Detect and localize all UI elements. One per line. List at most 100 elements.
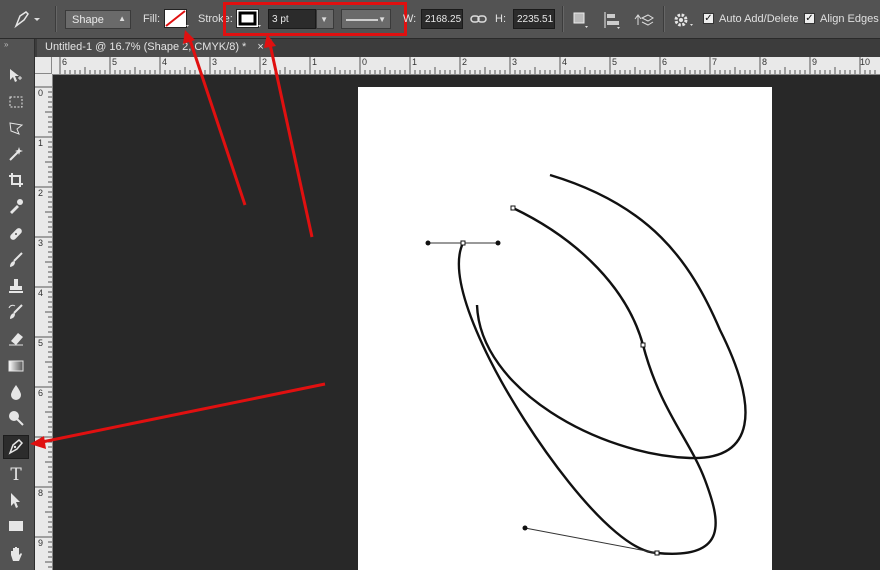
- ruler-label: 5: [38, 338, 44, 348]
- align-edges-label: Align Edges: [820, 13, 879, 25]
- ruler-label: 2: [262, 57, 268, 67]
- width-label: W:: [403, 13, 417, 25]
- bandage-icon: [7, 225, 25, 246]
- ruler-label: 4: [562, 57, 568, 67]
- marquee-tool[interactable]: [3, 91, 29, 115]
- pen-tool-preset-icon[interactable]: [8, 7, 42, 31]
- ruler-label: 2: [38, 188, 44, 198]
- height-label: H:: [495, 13, 506, 25]
- dodge-tool[interactable]: [3, 407, 29, 431]
- quick-select-tool[interactable]: [3, 143, 29, 167]
- tool-mode-value: Shape: [72, 14, 104, 26]
- eraser-icon: [7, 329, 25, 350]
- hand-icon: [7, 545, 25, 566]
- height-field[interactable]: 2235.51: [513, 9, 555, 29]
- tool-mode-dropdown[interactable]: Shape ▲: [65, 10, 131, 29]
- brush-tool[interactable]: [3, 249, 29, 273]
- document-tab-bar: Untitled-1 @ 16.7% (Shape 2, CMYK/8) * ×: [35, 39, 880, 57]
- height-value: 2235.51: [517, 14, 554, 25]
- crop-icon: [7, 171, 25, 192]
- path-selection-tool[interactable]: [3, 489, 29, 513]
- ruler-label: 7: [38, 438, 44, 448]
- ruler-label: 0: [38, 88, 44, 98]
- document-title: Untitled-1 @ 16.7% (Shape 2, CMYK/8) *: [45, 41, 247, 53]
- lasso-icon: [7, 119, 25, 140]
- close-tab-icon[interactable]: ×: [257, 41, 263, 53]
- options-bar: Shape ▲ Fill: Stroke: 3 pt ▼ ▼ W: 2168.25…: [0, 0, 880, 39]
- fill-swatch[interactable]: [164, 9, 192, 29]
- separator: [55, 6, 57, 32]
- pen-icon: [7, 437, 25, 458]
- ruler-label: 3: [212, 57, 218, 67]
- ruler-label: 8: [762, 57, 768, 67]
- gear-icon[interactable]: [672, 10, 696, 30]
- path-alignment-icon[interactable]: [601, 9, 623, 31]
- history-brush-tool[interactable]: [3, 301, 29, 325]
- path-arrangement-icon[interactable]: [632, 9, 654, 31]
- annotation-highlight-box: [223, 2, 407, 36]
- ruler-label: 6: [662, 57, 668, 67]
- ruler-label: 8: [38, 488, 44, 498]
- crop-tool[interactable]: [3, 169, 29, 193]
- magic-wand-icon: [7, 145, 25, 166]
- ruler-label: 5: [612, 57, 618, 67]
- path-operations-icon[interactable]: [570, 9, 592, 31]
- healing-brush-tool[interactable]: [3, 223, 29, 247]
- blur-tool[interactable]: [3, 381, 29, 405]
- type-icon: T: [10, 465, 22, 485]
- ruler-label: 7: [712, 57, 718, 67]
- panel-collapse-icon[interactable]: »: [4, 40, 8, 49]
- align-edges-checkbox[interactable]: ✓: [804, 13, 815, 24]
- document-canvas[interactable]: [358, 87, 772, 570]
- ruler-label: 3: [512, 57, 518, 67]
- ruler-label: 1: [412, 57, 418, 67]
- history-brush-icon: [7, 303, 25, 324]
- ruler-label: 9: [38, 538, 44, 548]
- auto-add-delete-label: Auto Add/Delete: [719, 13, 799, 25]
- type-tool[interactable]: T: [3, 463, 29, 487]
- eraser-tool[interactable]: [3, 327, 29, 351]
- rectangle-tool[interactable]: [3, 515, 29, 539]
- ruler-label: 3: [38, 238, 44, 248]
- separator: [562, 6, 564, 32]
- ruler-label: 1: [312, 57, 318, 67]
- move-icon: [7, 67, 25, 88]
- hand-tool[interactable]: [3, 543, 29, 567]
- eyedropper-icon: [7, 197, 25, 218]
- horizontal-ruler[interactable]: 6 5 4 3 2 1 0 1 2 3 4 5 6 7 8 9 10: [52, 57, 880, 75]
- ruler-label: 1: [38, 138, 44, 148]
- ruler-label: 9: [812, 57, 818, 67]
- marquee-icon: [7, 93, 25, 114]
- vertical-ruler[interactable]: 0 1 2 3 4 5 6 7 8 9: [35, 74, 53, 570]
- ruler-label: 6: [62, 57, 68, 67]
- auto-add-delete-checkbox[interactable]: ✓: [703, 13, 714, 24]
- fill-label: Fill:: [143, 13, 161, 25]
- clone-stamp-tool[interactable]: [3, 275, 29, 299]
- brush-icon: [7, 251, 25, 272]
- ruler-label: 0: [362, 57, 368, 67]
- ruler-label: 4: [162, 57, 168, 67]
- lasso-tool[interactable]: [3, 117, 29, 141]
- link-dimensions-icon[interactable]: [470, 11, 488, 27]
- gradient-tool[interactable]: [3, 355, 29, 379]
- stamp-icon: [7, 277, 25, 298]
- eyedropper-tool[interactable]: [3, 195, 29, 219]
- separator: [663, 6, 665, 32]
- ruler-origin[interactable]: [35, 57, 52, 74]
- drop-icon: [7, 383, 25, 404]
- annotation-arrows: [30, 30, 326, 449]
- pen-tool[interactable]: [3, 435, 29, 459]
- width-field[interactable]: 2168.25: [421, 9, 463, 29]
- tools-panel: » T: [0, 39, 35, 570]
- document-tab[interactable]: Untitled-1 @ 16.7% (Shape 2, CMYK/8) * ×: [37, 39, 272, 57]
- ruler-label: 2: [462, 57, 468, 67]
- ruler-label: 4: [38, 288, 44, 298]
- width-value: 2168.25: [425, 14, 462, 25]
- ruler-label: 5: [112, 57, 118, 67]
- gradient-icon: [7, 357, 25, 378]
- ruler-label: 6: [38, 388, 44, 398]
- rectangle-icon: [7, 517, 25, 538]
- ruler-label: 10: [860, 57, 871, 67]
- move-tool[interactable]: [3, 65, 29, 89]
- arrow-icon: [7, 491, 25, 512]
